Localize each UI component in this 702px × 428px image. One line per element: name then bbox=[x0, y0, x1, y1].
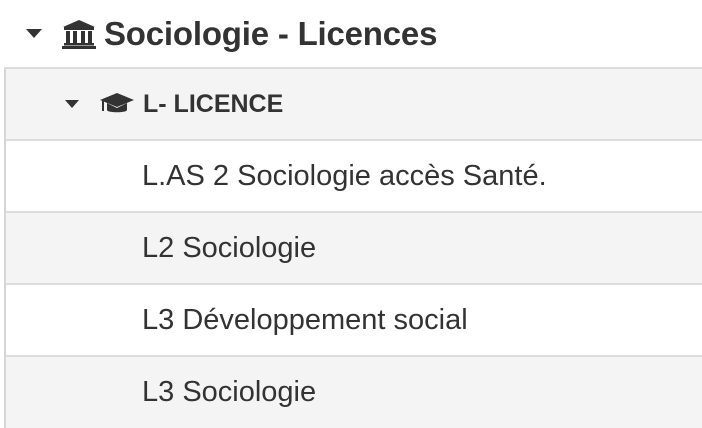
tree-leaf-item[interactable]: L3 Développement social bbox=[4, 285, 702, 357]
caret-down-icon[interactable] bbox=[26, 29, 42, 38]
tree-leaf-label: L3 Développement social bbox=[142, 303, 468, 336]
tree-node-group[interactable]: L- LICENCE bbox=[4, 69, 702, 141]
tree-leaf-label: L.AS 2 Sociologie accès Santé. bbox=[142, 159, 547, 192]
caret-down-icon[interactable] bbox=[65, 100, 79, 108]
tree-leaf-label: L2 Sociologie bbox=[142, 231, 317, 264]
institution-icon bbox=[62, 19, 96, 49]
tree-group-label: L- LICENCE bbox=[143, 89, 284, 118]
graduation-cap-icon bbox=[99, 91, 135, 117]
tree-leaf-item[interactable]: L.AS 2 Sociologie accès Santé. bbox=[4, 141, 702, 213]
tree-leaf-label: L3 Sociologie bbox=[142, 376, 317, 408]
tree-node-root[interactable]: Sociologie - Licences bbox=[4, 0, 702, 69]
tree-leaf-item[interactable]: L2 Sociologie bbox=[4, 213, 702, 285]
course-tree: Sociologie - Licences L- LICENCE L.AS 2 … bbox=[0, 0, 702, 428]
tree-root-label: Sociologie - Licences bbox=[104, 14, 438, 52]
tree-leaf-item[interactable]: L3 Sociologie bbox=[4, 357, 702, 428]
